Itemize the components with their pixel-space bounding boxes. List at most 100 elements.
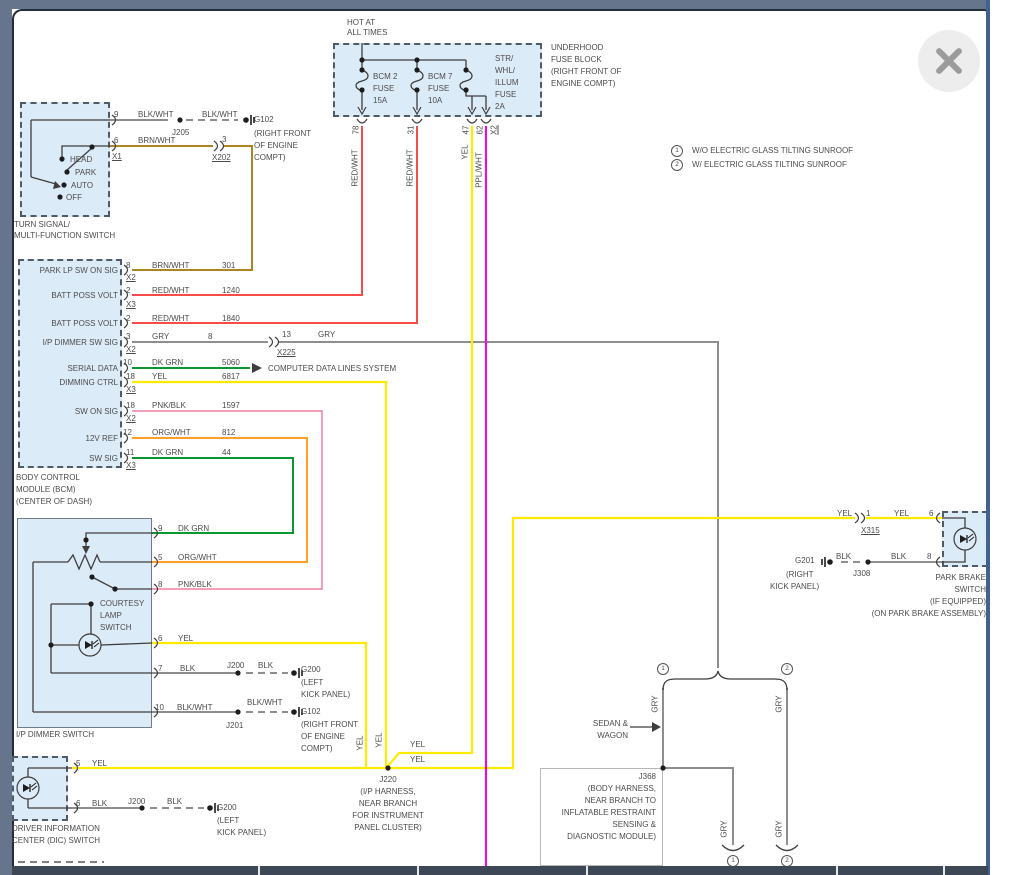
diagram-label: (ON PARK BRAKE ASSEMBLY) [871,609,986,618]
diagram-label: ALL TIMES [347,28,388,37]
diagram-label: (CENTER OF DASH) [16,497,92,506]
diagram-label: PARK BRAKE [935,573,986,582]
diagram-label: OFF [66,193,82,202]
diagram-label: FUSE [428,84,450,93]
diagram-label: G200 [217,803,237,812]
diagram-label: BODY CONTROL [16,473,80,482]
diagram-label: WHL/ [495,66,515,75]
diagram-label: 6 [158,634,163,643]
diagram-label: X315 [861,526,880,535]
bar-divider [836,866,838,875]
diagram-label: (LEFT [217,816,240,825]
diagram-label: COMPT) [301,744,333,753]
diagram-label: HEAD [70,155,93,164]
diagram-label: J201 [226,721,244,730]
diagram-label: YEL [894,509,910,518]
diagram-label: GRY [318,330,336,339]
diagram-label: X2 [126,345,136,354]
window-top-edge [0,0,990,9]
close-button[interactable] [918,30,980,92]
diagram-label: 9 [158,524,163,533]
diagram-label: 301 [222,261,236,270]
diagram-label: (BODY HARNESS, [587,784,656,793]
diagram-label: LAMP [100,611,122,620]
diagram-label: BLK [180,664,196,673]
diagram-label: 5 [76,759,81,768]
diagram-label: 62 [475,125,485,135]
diagram-label: YEL [410,755,426,764]
diagram-label: GRY [650,695,660,713]
diagram-label: BLK [836,552,852,561]
bar-divider [258,866,260,875]
diagram-label: COMPT) [254,153,286,162]
diagram-label: AUTO [71,181,94,190]
diagram-label: BLK [167,797,183,806]
diagram-label: 2 [126,286,131,295]
diagram-label: WAGON [597,731,628,740]
diagram-label: BLK [92,799,108,808]
diagram-label: KICK PANEL) [301,690,351,699]
diagram-label: (RIGHT [786,570,814,579]
diagram-label: BLK/WHT [138,110,174,119]
diagram-label: FUSE [373,84,395,93]
bar-divider [943,866,945,875]
diagram-label: X225 [277,348,296,357]
diagram-label: 47 [461,125,471,135]
diagram-label: 5060 [222,358,240,367]
diagram-label: X2 [126,414,136,423]
diagram-label: BRN/WHT [152,261,190,270]
diagram-label: 6 [76,799,81,808]
diagram-label: KICK PANEL) [217,828,267,837]
diagram-label: DRIVER INFORMATION [12,824,100,833]
diagram-label: PNK/BLK [178,580,212,589]
diagram-label: X3 [126,300,136,309]
diagram-label: NEAR BRANCH [358,799,418,808]
diagram-label: J200 [227,661,245,670]
diagram-label: (RIGHT FRONT [301,720,359,729]
diagram-label: J368 [638,772,656,781]
diagram-label: BLK/WHT [202,110,238,119]
circled-number: 1 [657,663,669,675]
diagram-label: I/P DIMMER SWITCH [16,730,95,739]
diagram-label: HOT AT [347,18,376,27]
diagram-label: 10A [428,96,443,105]
diagram-label: DIAGNOSTIC MODULE) [567,832,656,841]
diagram-label: 3 [222,135,227,144]
diagram-label: GRY [774,695,784,713]
window-left-edge [0,0,12,875]
diagram-label: RED/WHT [350,149,360,187]
diagram-label: 1597 [222,401,240,410]
diagram-label: ORG/WHT [152,428,191,437]
diagram-label: G201 [795,556,815,565]
diagram-label: X3 [126,385,136,394]
diagram-label: 6 [114,136,119,145]
diagram-viewer: 1 2 1 2 1 2 HOT AT ALL TIMES UNDERHOOD FUSE BLOCK… [0,0,1011,875]
diagram-label: (RIGHT FRONT [254,129,312,138]
bar-divider [586,866,588,875]
diagram-label: GRY [774,820,784,838]
diagram-label: 18 [126,372,135,381]
diagram-label: FOR INSTRUMENT [352,811,424,820]
diagram-label: ILLUM [495,78,519,87]
diagram-label: 8 [208,332,213,341]
diagram-label: COMPUTER DATA LINES SYSTEM [268,364,397,373]
diagram-label: SW ON SIG [74,407,118,416]
diagram-label: BCM 7 [428,72,453,81]
diagram-label: PARK LP SW ON SIG [39,266,118,275]
circled-number: 2 [781,663,793,675]
diagram-label: X2 [489,125,499,135]
diagram-label: (RIGHT FRONT OF [551,67,622,76]
diagram-label: 18 [126,401,135,410]
diagram-label: FUSE [495,90,517,99]
diagram-label: OF ENGINE [301,732,346,741]
diagram-label: RED/WHT [152,314,190,323]
diagram-label: 44 [222,448,231,457]
diagram-label: BATT POSS VOLT [51,319,118,328]
diagram-label: DK GRN [152,448,184,457]
diagram-label: G102 [301,707,321,716]
diagram-label: STR/ [495,54,514,63]
circled-number: 2 [671,159,683,171]
diagram-label: FUSE BLOCK [551,55,602,64]
diagram-label: INFLATABLE RESTRAINT [561,808,656,817]
diagram-label: YEL [460,144,470,160]
